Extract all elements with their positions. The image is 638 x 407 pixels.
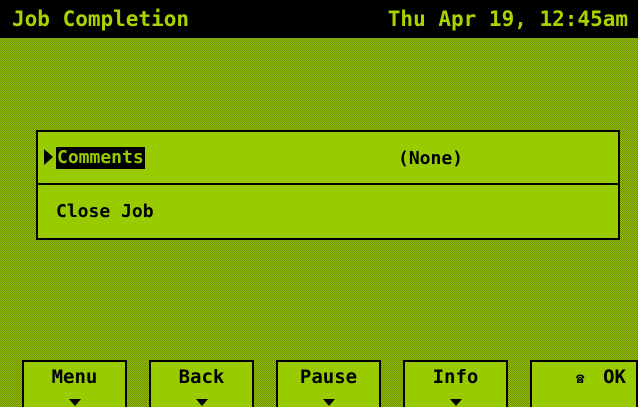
down-arrow-icon	[195, 399, 208, 406]
softkey-label: Back	[178, 366, 225, 388]
menu-panel: Comments (None) Close Job	[36, 130, 620, 240]
menu-item-comments[interactable]: Comments (None)	[38, 132, 618, 185]
down-arrow-icon	[449, 399, 462, 406]
menu-item-close-job[interactable]: Close Job	[38, 185, 618, 238]
down-arrow-icon	[68, 399, 81, 406]
softkey-label: Pause	[299, 366, 358, 388]
softkey-label: Menu	[51, 366, 98, 388]
menu-item-value: (None)	[398, 148, 464, 169]
date-time-display: Thu Apr 19, 12:45am	[387, 7, 628, 31]
info-softkey[interactable]: Info	[403, 360, 508, 407]
selection-arrow-icon	[44, 149, 53, 165]
phone-handset-icon: ☎	[576, 371, 585, 387]
ok-softkey[interactable]: ☎ OK	[530, 360, 638, 407]
menu-softkey[interactable]: Menu	[22, 360, 127, 407]
menu-item-label: Close Job	[56, 201, 154, 222]
softkey-label: Info	[432, 366, 479, 388]
softkey-label: OK	[603, 366, 626, 388]
title-bar: Job Completion Thu Apr 19, 12:45am	[0, 0, 638, 38]
menu-item-label: Comments	[56, 147, 145, 169]
back-softkey[interactable]: Back	[149, 360, 254, 407]
pause-softkey[interactable]: Pause	[276, 360, 381, 407]
screen-title: Job Completion	[12, 7, 190, 31]
down-arrow-icon	[322, 399, 335, 406]
